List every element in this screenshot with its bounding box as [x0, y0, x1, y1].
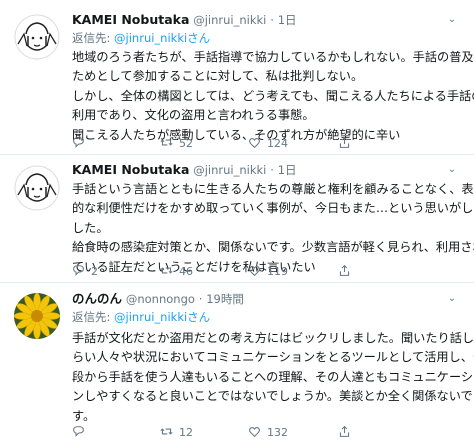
- tweet-actions: 2 46 119: [72, 264, 432, 280]
- tweet-text-line: ンしやすくなると良いことではないでしょうか。美談とか全く関係ないで: [72, 389, 473, 404]
- reply-icon: [73, 426, 84, 437]
- tweet[interactable]: KAMEI Nobutaka @jinrui_nikki · 1日 ⌄ 手話とい…: [0, 155, 474, 283]
- chevron-down-icon[interactable]: ⌄: [444, 10, 460, 30]
- retweet-icon: [160, 139, 173, 146]
- reply-prefix: 返信先:: [72, 310, 115, 324]
- timestamp[interactable]: 1日: [278, 13, 297, 27]
- timestamp[interactable]: 1日: [278, 163, 297, 177]
- like-button[interactable]: 119: [248, 264, 288, 280]
- tweet-text: 地域のろう者たちが、手話指導で協力しているかもしれない。手話の普及の ためとして…: [72, 48, 474, 145]
- tweet-text-line: しかし、全体の構図としては、どう考えても、聞こえる人たちによる手話の: [72, 88, 474, 103]
- retweet-button[interactable]: 52: [160, 136, 193, 152]
- line-drawing-face-avatar-icon: [14, 14, 60, 60]
- separator-dot: ·: [270, 163, 274, 177]
- share-button[interactable]: [338, 264, 351, 280]
- tweet-text: 手話が文化だとか盗用だとの考え方にはビックリしました。聞いたり話しづ らい人々や…: [72, 329, 474, 426]
- tweet-header: KAMEI Nobutaka @jinrui_nikki · 1日: [72, 10, 297, 30]
- avatar[interactable]: [14, 14, 60, 60]
- share-icon: [339, 425, 350, 437]
- tweet-text-line: 段から手話を使う人達もいることへの理解、その人達ともコミュニケーショ: [72, 369, 474, 384]
- reply-count: 2: [91, 265, 98, 278]
- share-button[interactable]: [338, 136, 351, 152]
- reply-to-link[interactable]: @jinrui_nikkiさん: [114, 31, 210, 45]
- reply-button[interactable]: 2: [72, 264, 98, 280]
- like-button[interactable]: 124: [248, 136, 288, 152]
- reply-button[interactable]: [72, 136, 91, 152]
- author-name[interactable]: KAMEI Nobutaka: [72, 162, 189, 177]
- separator-dot: ·: [270, 13, 274, 27]
- heart-icon: [249, 427, 260, 438]
- author-handle[interactable]: @jinrui_nikki: [193, 13, 266, 27]
- author-handle[interactable]: @nonnongo: [126, 292, 195, 306]
- reply-icon: [73, 137, 84, 148]
- retweet-icon: [160, 428, 173, 435]
- avatar[interactable]: [14, 293, 60, 339]
- like-button[interactable]: 132: [248, 425, 288, 441]
- retweet-icon: [160, 267, 173, 274]
- like-count: 132: [267, 426, 288, 439]
- reply-to-link[interactable]: @jinrui_nikkiさん: [114, 310, 210, 324]
- author-name[interactable]: KAMEI Nobutaka: [72, 12, 189, 27]
- tweet-text: 手話という言語とともに生きる人たちの尊厳と権利を顧みることなく、表層 的な利便性…: [72, 180, 474, 277]
- tweet-text-line: す。: [72, 408, 96, 423]
- retweet-count: 46: [179, 265, 193, 278]
- share-icon: [339, 264, 350, 276]
- tweet-text-line: 的な利便性だけをかすめ取っていく事例が、今日もまた…という思いがしま: [72, 201, 474, 216]
- reply-context: 返信先: @jinrui_nikkiさん: [72, 309, 210, 325]
- tweet-text-line: 手話が文化だとか盗用だとの考え方にはビックリしました。聞いたり話しづ: [72, 331, 474, 345]
- tweet-header: のんのん @nonnongo · 19時間: [72, 289, 244, 309]
- share-button[interactable]: [338, 425, 351, 441]
- tweet-header: KAMEI Nobutaka @jinrui_nikki · 1日: [72, 160, 297, 180]
- line-drawing-face-avatar-icon: [14, 165, 60, 211]
- chevron-down-icon[interactable]: ⌄: [444, 160, 460, 180]
- tweet-text-line: らい人々や状況においてコミュニケーションをとるツールとして活用し、普: [72, 350, 474, 365]
- retweet-button[interactable]: 12: [160, 425, 193, 441]
- tweet-actions: 12 132: [72, 425, 432, 441]
- like-count: 124: [267, 137, 288, 150]
- reply-context: 返信先: @jinrui_nikkiさん: [72, 30, 210, 46]
- avatar[interactable]: [14, 165, 60, 211]
- heart-icon: [249, 138, 260, 149]
- tweet-text-line: 利用であり、文化の盗用と言われうる事態。: [72, 108, 315, 123]
- separator-dot: ·: [198, 292, 203, 306]
- heart-icon: [249, 266, 260, 277]
- like-count: 119: [267, 265, 288, 278]
- author-handle[interactable]: @jinrui_nikki: [193, 163, 266, 177]
- reply-prefix: 返信先:: [72, 31, 115, 45]
- tweet-text-line: 給食時の感染症対策とか、関係ないです。少数言語が軽く見られ、利用され: [72, 240, 474, 255]
- retweet-count: 12: [179, 426, 193, 439]
- share-icon: [339, 136, 350, 148]
- timestamp[interactable]: 19時間: [206, 292, 244, 306]
- chevron-down-icon[interactable]: ⌄: [444, 289, 460, 309]
- reply-button[interactable]: [72, 425, 91, 441]
- tweet-text-line: した。: [72, 220, 109, 235]
- retweet-count: 52: [179, 137, 193, 150]
- yellow-flower-avatar-icon: [14, 293, 60, 339]
- tweet-text-line: 地域のろう者たちが、手話指導で協力しているかもしれない。手話の普及の: [72, 50, 474, 64]
- timeline: KAMEI Nobutaka @jinrui_nikki · 1日 ⌄ 返信先:…: [0, 0, 474, 445]
- tweet[interactable]: のんのん @nonnongo · 19時間 ⌄ 返信先: @jinrui_nik…: [0, 283, 474, 445]
- tweet-text-line: 手話という言語とともに生きる人たちの尊厳と権利を顧みることなく、表層: [72, 182, 474, 196]
- reply-icon: [73, 265, 84, 276]
- author-name[interactable]: のんのん: [72, 291, 122, 306]
- tweet-text-line: ためとして参加することに対して、私は批判しない。: [72, 69, 364, 84]
- retweet-button[interactable]: 46: [160, 264, 193, 280]
- tweet[interactable]: KAMEI Nobutaka @jinrui_nikki · 1日 ⌄ 返信先:…: [0, 0, 474, 155]
- tweet-actions: 52 124: [72, 136, 432, 152]
